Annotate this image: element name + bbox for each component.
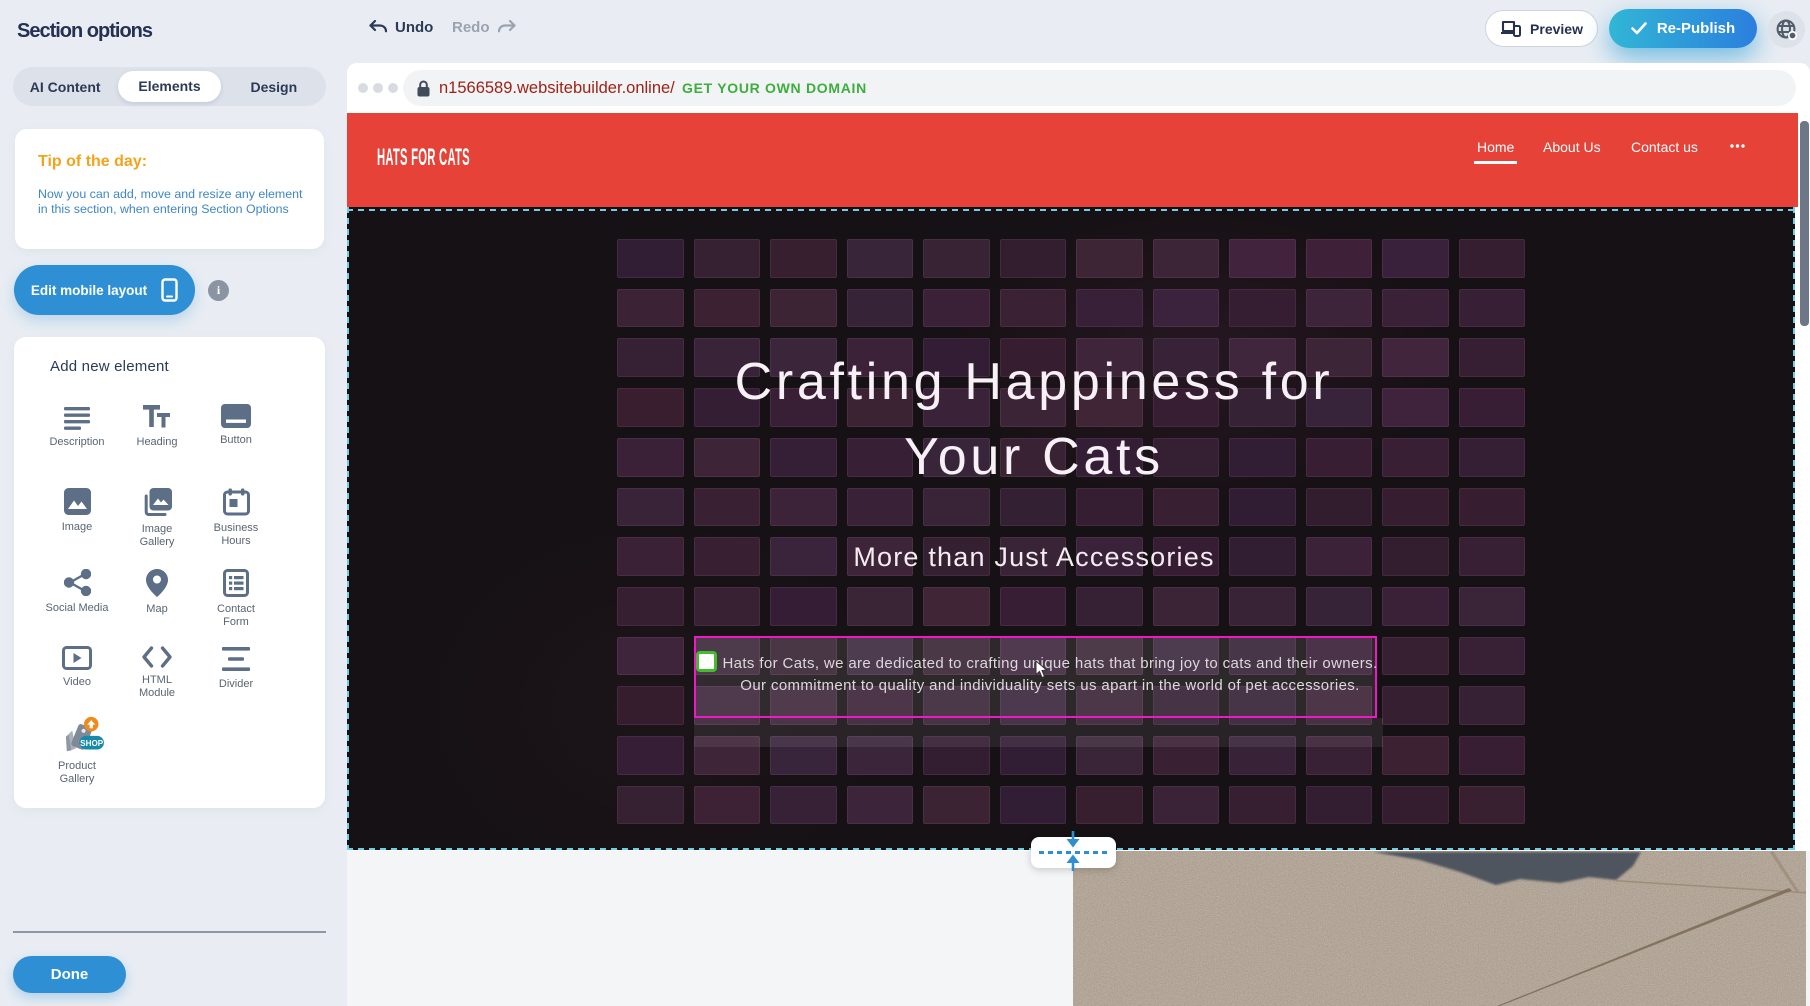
svg-text:SHOP: SHOP <box>80 739 104 748</box>
